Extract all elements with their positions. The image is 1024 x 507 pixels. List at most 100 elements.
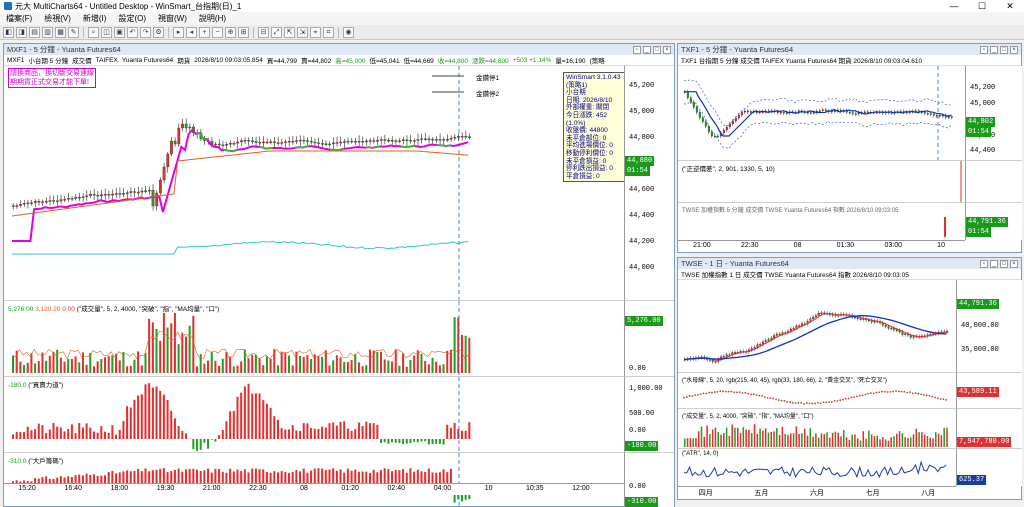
histogram-bar (787, 434, 789, 447)
candle-body (405, 139, 409, 141)
histogram-bar (12, 355, 15, 373)
toolbar-button[interactable]: ▦ (55, 26, 66, 38)
histogram-bar (63, 361, 66, 373)
gold-stop-1: 金鑽停1 (476, 75, 500, 82)
histogram-bar (89, 427, 92, 439)
toolbar-button[interactable]: ⤢ (271, 26, 282, 38)
jellyfish-dot (936, 397, 939, 400)
candle-body (376, 140, 379, 142)
chart-window-txf1[interactable]: TXF1 - 5 分鐘 - Yuanta Futures64 ▫ _ □ × TXF1… (677, 43, 1022, 253)
toolbar-button[interactable]: ◨ (16, 26, 27, 38)
daily-price-pane[interactable] (678, 280, 956, 372)
info-line: 外部權重: 關閉 (566, 104, 610, 112)
toolbar-button[interactable]: ◂ (186, 26, 197, 38)
toolbar-button[interactable]: ▸ (173, 26, 184, 38)
histogram-bar (368, 423, 371, 439)
toolbar-button[interactable]: ⌖ (310, 26, 321, 38)
jellyfish-dot (828, 401, 830, 403)
toolbar-button[interactable]: − (212, 26, 223, 38)
toolbar-button[interactable]: ⇱ (284, 26, 295, 38)
toolbar-button[interactable]: ⌕ (88, 26, 99, 38)
atr-pane[interactable]: ("ATR", 14, 0) (678, 448, 956, 486)
toolbar-button[interactable]: ⊟ (258, 26, 269, 38)
candle-body (357, 141, 361, 143)
buysell-pane[interactable]: -180.0 ("買賣力道") (4, 376, 624, 453)
candle-body (848, 111, 851, 114)
window-min-button[interactable]: _ (990, 259, 998, 268)
menu-insert[interactable]: 新增(I) (77, 13, 113, 24)
window-min-button[interactable]: _ (643, 45, 651, 54)
toolbar-button[interactable]: ▤ (29, 26, 40, 38)
minimize-button[interactable]: — (940, 0, 968, 12)
histogram-bar (207, 360, 210, 373)
toolbar-button[interactable]: ⊕ (225, 26, 236, 38)
histogram-bar (879, 439, 881, 447)
histogram-bar (759, 428, 761, 447)
jellyfish-dot (752, 393, 755, 396)
histogram-bar (229, 411, 232, 439)
menu-view[interactable]: 檢視(V) (38, 13, 77, 24)
window-max-button[interactable]: □ (1000, 259, 1008, 268)
window-restore-button[interactable]: ▫ (980, 259, 988, 268)
candle-body (335, 142, 339, 144)
window-restore-button[interactable]: ▫ (633, 45, 641, 54)
candle-body (372, 140, 376, 142)
window-close-button[interactable]: × (1010, 45, 1018, 54)
window-min-button[interactable]: _ (990, 45, 998, 54)
candle-body (184, 123, 188, 129)
window-max-button[interactable]: □ (653, 45, 661, 54)
price-pane[interactable]: 請換商品，換切斷交易連線 期期貨正式交易才能下單! 金鑽停1 金鑽停2 WinS… (4, 66, 625, 300)
histogram-bar (181, 430, 184, 439)
toolbar-button[interactable]: ▣ (114, 26, 125, 38)
toolbar-button[interactable]: ↷ (140, 26, 151, 38)
histogram-bar (468, 337, 471, 373)
window-max-button[interactable]: □ (1000, 45, 1008, 54)
histogram-bar (709, 434, 711, 447)
toolbar-button[interactable]: ◧ (3, 26, 14, 38)
price-chart (11, 66, 471, 300)
histogram-bar (251, 393, 254, 439)
jellyfish-dot (705, 392, 708, 395)
close-button[interactable]: ✕ (996, 0, 1024, 12)
txf-basis-pane[interactable]: ("正逆價差", 2, 901, 1330, 5, 10) (678, 160, 965, 203)
window-close-button[interactable]: × (1010, 259, 1018, 268)
maximize-button[interactable]: ☐ (968, 0, 996, 12)
histogram-bar (823, 434, 826, 447)
jellyfish-pane[interactable]: ("水母線", 5, 20, rgb(215, 40, 45), rgb(33,… (678, 372, 956, 408)
toolbar-button[interactable]: ⚙ (153, 26, 164, 38)
menu-help[interactable]: 說明(H) (193, 13, 232, 24)
daily-volume-scale: 7,947,780.00 (956, 408, 1022, 448)
chart-window-mxf1[interactable]: MXF1 - 5 分鐘 - Yuanta Futures64 ▫ _ □ × MXF1… (3, 43, 675, 507)
chart-window-twse-daily[interactable]: TWSE - 1 日 - Yuanta Futures64 ▫ _ □ × TWSE … (677, 257, 1022, 500)
menu-settings[interactable]: 設定(O) (112, 13, 152, 24)
candle-body (313, 141, 317, 144)
txf-price-pane[interactable] (678, 66, 965, 160)
toolbar-button[interactable]: ▥ (42, 26, 53, 38)
window-close-button[interactable]: × (663, 45, 671, 54)
histogram-bar (236, 396, 239, 439)
candle-body (100, 194, 103, 197)
time-label: 五月 (754, 490, 769, 497)
toolbar-button[interactable]: ◫ (101, 26, 112, 38)
toolbar-button[interactable]: ◉ (343, 26, 354, 38)
price-scale[interactable]: 45,200 45,000 44,800 44,600 44,400 44,20… (624, 66, 674, 300)
window-restore-button[interactable]: ▫ (980, 45, 988, 54)
menu-window[interactable]: 視窗(W) (152, 13, 193, 24)
volume-pane[interactable]: 5,276.00 3,120.20 0.00 ("成交量", 5, 2, 400… (4, 300, 624, 377)
toolbar-button[interactable]: + (199, 26, 210, 38)
toolbar-button[interactable]: ↶ (127, 26, 138, 38)
histogram-bar (339, 421, 342, 439)
histogram-bar (438, 439, 441, 444)
histogram-bar (734, 427, 736, 447)
toolbar-button[interactable]: ⊞ (238, 26, 249, 38)
menu-file[interactable]: 檔案(F) (0, 13, 38, 24)
twse-5min-pane[interactable]: TWSE 加權指數 5 分鐘 成交價 TWSE Yuanta Futures64… (678, 202, 965, 240)
bigplayer-pane[interactable]: -310.0 ("大戶籌碼") (4, 452, 624, 507)
toolbar-button[interactable]: ✎ (68, 26, 79, 38)
toolbar-button[interactable]: ⇲ (297, 26, 308, 38)
histogram-bar (427, 364, 430, 373)
daily-volume-pane[interactable]: ("成交量", 5, 2, 4000, "突破", "指", "MA均量", "… (678, 408, 956, 448)
candle-body (904, 333, 907, 335)
histogram-bar (258, 358, 261, 373)
toolbar-button[interactable]: ⌗ (323, 26, 334, 38)
